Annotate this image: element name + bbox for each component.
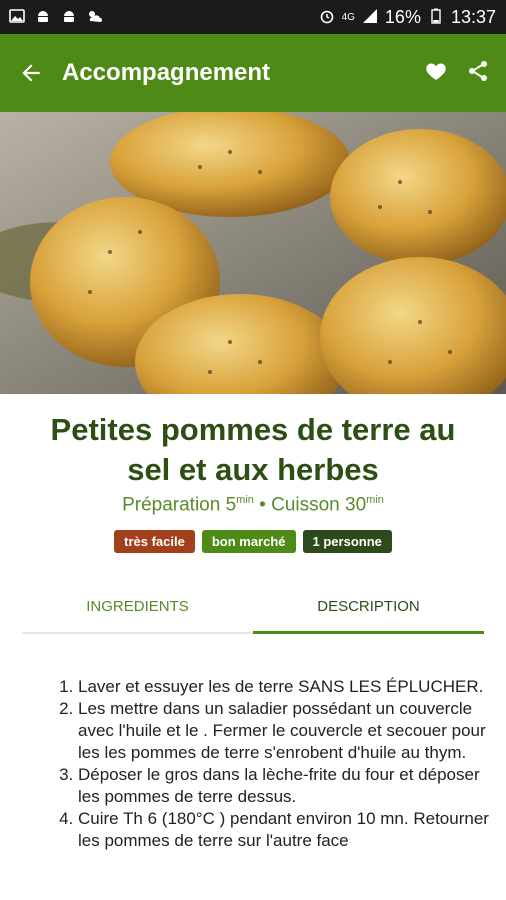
step-item: Cuire Th 6 (180°C ) pendant environ 10 m…	[78, 808, 494, 852]
weather-icon	[86, 8, 104, 26]
cost-badge: bon marché	[201, 530, 296, 553]
favorite-button[interactable]	[424, 59, 448, 88]
prep-time: Préparation 5	[122, 494, 237, 516]
recipe-photo	[0, 112, 506, 394]
recipe-tabs: INGREDIENTS DESCRIPTION	[22, 580, 484, 634]
network-type: 4G	[341, 11, 355, 23]
notification-icons	[8, 8, 104, 26]
tab-description[interactable]: DESCRIPTION	[253, 580, 484, 634]
system-status: 4G 16% 13:37	[318, 7, 496, 28]
battery-icon	[427, 8, 445, 26]
recipe-title-line: Petites pommes de terre au	[50, 412, 456, 447]
recipe-title-line: sel et aux herbes	[127, 452, 379, 487]
battery-percent: 16%	[384, 6, 421, 27]
clock: 13:37	[450, 6, 496, 27]
page-title: Accompagnement	[62, 59, 271, 86]
status-bar: 4G 16% 13:37	[0, 0, 506, 34]
heart-icon	[426, 63, 446, 80]
servings-badge: 1 personne	[302, 530, 392, 553]
step-item: Laver et essuyer les de terre SANS LES É…	[78, 676, 494, 698]
appbar-actions	[424, 59, 506, 88]
share-button[interactable]	[466, 59, 490, 88]
share-icon	[469, 60, 487, 81]
tab-ingredients[interactable]: INGREDIENTS	[22, 580, 253, 632]
android-icon	[60, 8, 78, 26]
recipe-title: Petites pommes de terre au sel et aux he…	[0, 410, 506, 490]
recipe-steps: Laver et essuyer les de terre SANS LES É…	[54, 676, 494, 852]
image-icon	[8, 8, 26, 26]
step-item: Déposer le gros dans la lèche-frite du f…	[78, 764, 494, 808]
step-item: Les mettre dans un saladier possédant un…	[78, 698, 494, 764]
cook-unit: min	[366, 494, 384, 506]
recipe-badges: très facile bon marché 1 personne	[0, 530, 506, 553]
difficulty-badge: très facile	[114, 530, 195, 553]
alarm-icon	[318, 8, 336, 26]
cook-time: Cuisson 30	[271, 494, 367, 516]
prep-unit: min	[236, 494, 254, 506]
recipe-times: Préparation 5min • Cuisson 30min	[0, 494, 506, 516]
signal-icon	[361, 8, 379, 26]
separator: •	[253, 494, 272, 516]
app-bar: Accompagnement	[0, 34, 506, 112]
android-icon	[34, 8, 52, 26]
